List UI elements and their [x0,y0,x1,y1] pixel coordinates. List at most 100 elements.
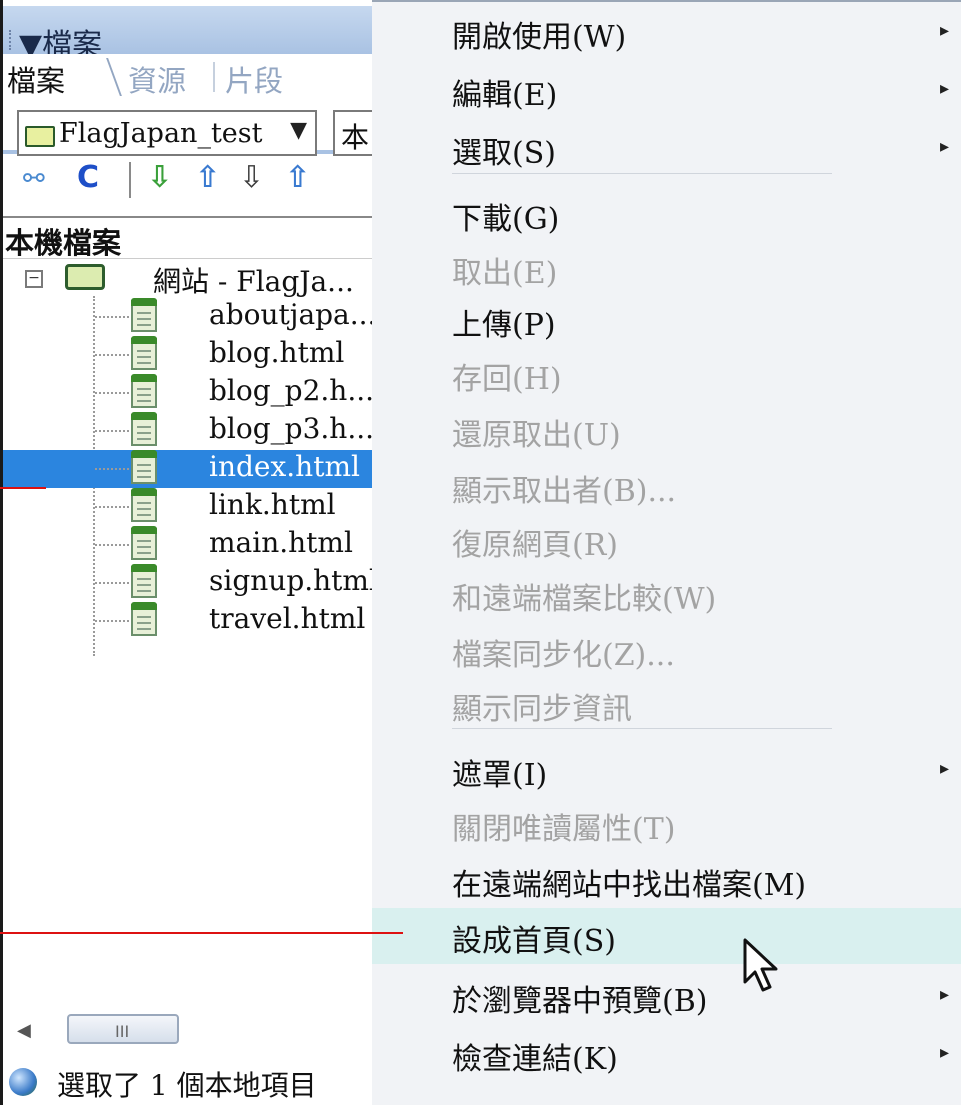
check-out-icon[interactable]: ⇩ [239,160,264,195]
callout-line [0,932,403,934]
tab-files[interactable]: 檔案 [7,58,65,100]
tab-snippets[interactable]: 片段 [225,58,283,100]
tab-assets[interactable]: 資源 [128,58,186,100]
tree-connector [95,582,129,584]
file-name: aboutjapa... [209,298,372,331]
file-name: signup.html [209,564,372,597]
toolbar-divider [129,162,131,198]
scrollbar-thumb[interactable]: III [67,1014,179,1044]
panel-grip-icon[interactable] [9,30,15,50]
submenu-arrow-icon: ▸ [939,984,949,1005]
panel-header[interactable]: ▼檔案 [3,6,372,63]
context-menu: 開啟使用(W) ▸ 編輯(E) ▸ 選取(S) ▸ 下載(G) 取出(E) 上傳(P) 存回(H)… [372,0,961,1105]
menu-separator [452,728,832,729]
file-tree-item[interactable]: link.html [3,488,372,526]
menu-item[interactable]: 於瀏覽器中預覽(B) ▸ [372,968,961,1024]
file-name: blog.html [209,336,345,369]
menu-separator [452,173,832,174]
folder-icon [65,264,105,290]
submenu-arrow-icon: ▸ [939,1042,949,1063]
menu-item-label: 取出(E) [452,256,558,291]
connect-icon[interactable]: ⚯ [23,164,45,194]
site-name: FlagJapan_test [59,118,263,149]
file-tree-item[interactable]: blog_p3.h... [3,412,372,450]
file-name: blog_p2.h... [209,374,372,407]
menu-item[interactable]: 遮罩(I) ▸ [372,742,961,798]
menu-border [372,0,961,2]
menu-item[interactable]: 在遠端網站中找出檔案(M) [372,852,961,908]
panel-toolbar: ⚯ C ⇩ ⇧ ⇩ ⇧ [17,160,372,200]
submenu-arrow-icon: ▸ [939,20,949,41]
menu-item[interactable]: 編輯(E) ▸ [372,62,961,118]
tree-connector [95,430,129,432]
tree-connector [95,354,129,356]
html-file-icon [131,374,157,408]
status-bar: 選取了 1 個本地項目 [3,1060,372,1105]
put-files-icon[interactable]: ⇧ [195,160,220,195]
file-tree: − 網站 - FlagJa... aboutjapa... blog.html bl… [3,258,372,678]
html-file-icon [131,488,157,522]
submenu-arrow-icon: ▸ [939,136,949,157]
menu-item[interactable]: 還原取出(U) [372,402,961,458]
file-tree-item[interactable]: blog_p2.h... [3,374,372,412]
mouse-cursor-icon [743,938,778,992]
menu-item[interactable]: 設成首頁(S) [372,908,961,964]
menu-item-label: 和遠端檔案比較(W) [452,582,717,617]
tab-divider [213,62,215,92]
menu-item-label: 上傳(P) [452,308,556,343]
menu-item[interactable]: 檔案同步化(Z)... [372,622,961,678]
file-tree-item[interactable]: aboutjapa... [3,298,372,336]
scroll-left-icon[interactable]: ◀ [17,1020,31,1041]
menu-item[interactable]: 下載(G) [372,186,961,242]
tree-connector [95,544,129,546]
globe-icon [9,1068,37,1096]
menu-item-label: 在遠端網站中找出檔案(M) [452,868,807,903]
menu-item[interactable]: 檢查連結(K) ▸ [372,1026,961,1082]
collapse-icon[interactable]: − [25,270,43,288]
menu-item[interactable]: 存回(H) [372,346,961,402]
menu-item[interactable]: 選取(S) ▸ [372,120,961,176]
check-in-icon[interactable]: ⇧ [285,160,310,195]
submenu-arrow-icon: ▸ [939,758,949,779]
menu-item-label: 選取(S) [452,136,556,171]
html-file-icon [131,298,157,332]
menu-item-label: 顯示取出者(B)... [452,474,677,509]
view-dropdown-value: 本 [341,121,370,154]
tree-connector [95,506,129,508]
file-name: blog_p3.h... [209,412,372,445]
file-name: link.html [209,488,336,521]
html-file-icon [131,412,157,446]
horizontal-scrollbar[interactable]: ◀ III [3,1010,372,1050]
site-dropdown[interactable]: FlagJapan_test ▼ [17,110,317,156]
file-tree-item[interactable]: signup.html [3,564,372,602]
refresh-icon[interactable]: C [77,160,99,195]
menu-item[interactable]: 取出(E) [372,240,961,296]
local-files-header: 本機檔案 [3,216,372,260]
menu-item-label: 還原取出(U) [452,418,621,453]
menu-item[interactable]: 顯示同步資訊 [372,676,961,732]
file-tree-item[interactable]: blog.html [3,336,372,374]
menu-item[interactable]: 顯示取出者(B)... [372,458,961,514]
view-dropdown[interactable]: 本 [333,110,372,156]
html-file-icon [131,450,157,484]
menu-item[interactable]: 復原網頁(R) [372,512,961,568]
file-tree-item[interactable]: main.html [3,526,372,564]
tree-connector [95,316,129,318]
tree-root-label: 網站 - FlagJa... [153,265,354,298]
file-tree-item[interactable]: travel.html [3,602,372,640]
tree-connector [95,468,129,470]
menu-item-label: 關閉唯讀屬性(T) [452,812,676,847]
folder-icon [25,126,55,147]
menu-item-label: 存回(H) [452,362,562,397]
file-tree-item[interactable]: index.html [3,450,372,488]
menu-item[interactable]: 關閉唯讀屬性(T) [372,796,961,852]
panel-tabs: 檔案 資源 片段 [3,54,372,154]
menu-item[interactable]: 和遠端檔案比較(W) [372,566,961,622]
get-files-icon[interactable]: ⇩ [147,160,172,195]
file-name: travel.html [209,602,366,635]
tree-root[interactable]: − 網站 - FlagJa... [3,258,372,298]
menu-item[interactable]: 上傳(P) [372,292,961,348]
menu-item-label: 檢查連結(K) [452,1042,618,1077]
local-files-label: 本機檔案 [5,226,122,260]
menu-item[interactable]: 開啟使用(W) ▸ [372,4,961,60]
